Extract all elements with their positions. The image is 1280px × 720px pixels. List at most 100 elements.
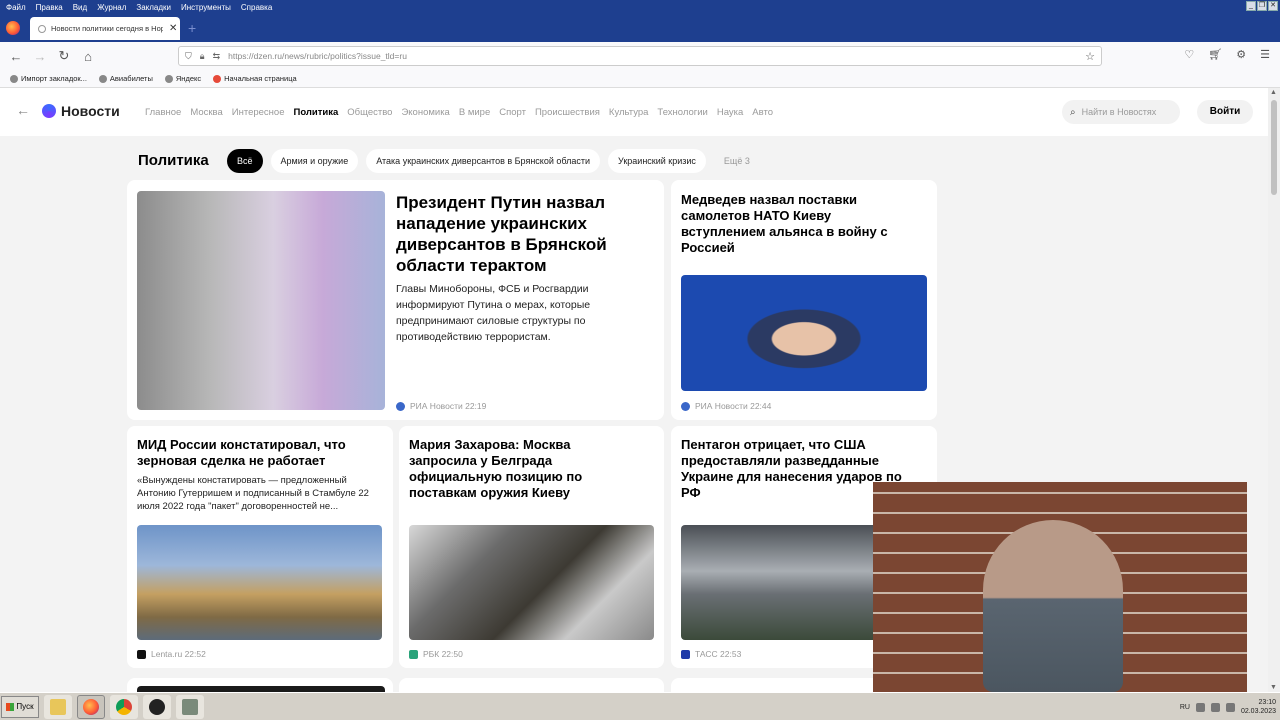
site-header: ← Новости Главное Москва Интересное Поли… (0, 88, 1268, 136)
news-description: Главы Минобороны, ФСБ и Росгвардии инфор… (396, 283, 591, 343)
nav-interesting[interactable]: Интересное (232, 107, 285, 118)
bookmark-yandex[interactable]: Яндекс (164, 74, 201, 83)
url-bar[interactable]: ⛉ 🔒︎ ⇆ https://dzen.ru/news/rubric/polit… (178, 46, 1102, 66)
site-back-icon[interactable]: ← (16, 102, 30, 118)
nav-tech[interactable]: Технологии (657, 107, 707, 118)
section-title: Политика (138, 152, 209, 169)
shield-icon[interactable]: ⛉ (185, 51, 192, 62)
news-card[interactable]: Мария Захарова: Москва запросила у Белгр… (399, 426, 664, 668)
scroll-up-icon[interactable]: ▲ (1270, 89, 1277, 96)
chip-bryansk[interactable]: Атака украинских диверсантов в Брянской … (366, 149, 601, 173)
extensions-icon[interactable]: ⚙ (1236, 48, 1246, 61)
firefox-icon (83, 698, 99, 715)
nav-main[interactable]: Главное (145, 107, 181, 118)
nav-moscow[interactable]: Москва (190, 107, 222, 118)
tray-network-icon[interactable] (1195, 702, 1205, 712)
bookmark-star-icon[interactable]: ☆ (1085, 50, 1095, 63)
news-card[interactable]: МИД России констатировал, что зерновая с… (127, 426, 393, 668)
menu-history[interactable]: Журнал (97, 3, 126, 12)
news-headline[interactable]: Мария Захарова: Москва запросила у Белгр… (409, 437, 624, 501)
toolbar-right: ♡ 🛒︎ ⚙ ☰ (1184, 48, 1270, 61)
folder-icon (50, 698, 66, 715)
scroll-thumb[interactable] (1271, 100, 1277, 195)
tray-app-icon[interactable] (1225, 702, 1235, 712)
tray-volume-icon[interactable] (1210, 702, 1220, 712)
lenta-logo-icon (137, 649, 146, 659)
rbc-logo-icon (409, 649, 418, 659)
nav-world[interactable]: В мире (459, 107, 490, 118)
scroll-down-icon[interactable]: ▼ (1270, 684, 1277, 691)
news-card-partial[interactable] (399, 678, 664, 692)
webcam-person (983, 520, 1123, 692)
taskbar-firefox[interactable] (77, 694, 105, 719)
news-image[interactable] (137, 191, 385, 410)
menu-edit[interactable]: Правка (36, 3, 63, 12)
back-icon[interactable]: ← (4, 49, 28, 64)
menu-bookmarks[interactable]: Закладки (136, 3, 171, 12)
hamburger-menu-icon[interactable]: ☰ (1260, 48, 1270, 61)
cart-icon[interactable]: 🛒︎ (1208, 48, 1222, 61)
browser-tab[interactable]: Новости политики сегодня в Нор ✕ (30, 17, 180, 40)
start-button[interactable]: Пуск (1, 695, 39, 718)
login-button[interactable]: Войти (1197, 100, 1253, 124)
nav-culture[interactable]: Культура (609, 107, 649, 118)
system-tray: RU 23:10 02.03.2023 (1180, 695, 1276, 719)
menu-help[interactable]: Справка (241, 3, 272, 12)
nav-science[interactable]: Наука (717, 107, 743, 118)
reload-icon[interactable]: ↻ (52, 48, 76, 64)
pocket-icon[interactable]: ♡ (1184, 48, 1194, 61)
bookmark-avia[interactable]: Авиабилеты (98, 74, 153, 83)
menu-tools[interactable]: Инструменты (181, 3, 231, 12)
chip-all[interactable]: Всё (227, 149, 263, 173)
news-source[interactable]: ТАСС 22:53 (681, 649, 741, 659)
site-logo[interactable]: Новости (42, 103, 120, 119)
nav-sport[interactable]: Спорт (499, 107, 526, 118)
news-source[interactable]: РБК 22:50 (409, 649, 463, 659)
chip-more[interactable]: Ещё 3 (714, 149, 760, 173)
search-icon: ⌕ (1070, 106, 1076, 118)
menu-view[interactable]: Вид (73, 3, 87, 12)
news-card[interactable]: Медведев назвал поставки самолетов НАТО … (671, 180, 937, 420)
news-headline[interactable]: МИД России констатировал, что зерновая с… (137, 437, 382, 469)
minimize-icon[interactable]: _ (1246, 1, 1256, 11)
page-scrollbar[interactable]: ▲ ▼ (1268, 88, 1280, 692)
taskbar-app[interactable] (176, 694, 204, 719)
news-source[interactable]: РИА Новости 22:19 (396, 401, 486, 411)
language-indicator[interactable]: RU (1180, 704, 1190, 711)
chip-ukraine-crisis[interactable]: Украинский кризис (608, 149, 706, 173)
clock[interactable]: 23:10 02.03.2023 (1241, 698, 1276, 716)
nav-auto[interactable]: Авто (752, 107, 773, 118)
lock-icon[interactable]: 🔒︎ (200, 51, 205, 62)
bookmark-import[interactable]: Импорт закладок... (10, 74, 87, 83)
news-image[interactable] (681, 275, 927, 391)
nav-politics[interactable]: Политика (293, 107, 338, 118)
permissions-icon[interactable]: ⇆ (213, 51, 221, 62)
chip-army[interactable]: Армия и оружие (270, 149, 359, 173)
news-search[interactable]: ⌕ Найти в Новостях (1062, 100, 1180, 124)
taskbar-explorer[interactable] (44, 694, 72, 719)
news-card-main[interactable]: Президент Путин назвал нападение украинс… (127, 180, 664, 420)
taskbar-chrome[interactable] (110, 694, 138, 719)
nav-incidents[interactable]: Происшествия (535, 107, 600, 118)
new-tab-icon[interactable]: + (188, 20, 196, 36)
close-window-icon[interactable]: ✕ (1268, 1, 1278, 11)
news-headline[interactable]: Медведев назвал поставки самолетов НАТО … (681, 192, 911, 256)
restore-icon[interactable]: ❐ (1257, 1, 1267, 11)
nav-economy[interactable]: Экономика (401, 107, 449, 118)
menu-file[interactable]: Файл (6, 3, 26, 12)
tab-close-icon[interactable]: ✕ (169, 23, 177, 34)
bookmark-start[interactable]: Начальная страница (213, 74, 297, 83)
news-headline[interactable]: Президент Путин назвал нападение украинс… (396, 192, 651, 276)
globe-icon (98, 74, 107, 83)
bookmarks-bar: Импорт закладок... Авиабилеты Яндекс Нач… (0, 70, 1280, 88)
news-source[interactable]: Lenta.ru 22:52 (137, 649, 206, 659)
taskbar-obs[interactable] (143, 694, 171, 719)
app-icon (182, 698, 198, 715)
news-card-partial[interactable] (127, 678, 393, 692)
forward-icon[interactable]: → (28, 49, 52, 64)
news-source[interactable]: РИА Новости 22:44 (681, 401, 771, 411)
news-image[interactable] (409, 525, 654, 640)
news-image[interactable] (137, 525, 382, 640)
nav-society[interactable]: Общество (347, 107, 392, 118)
home-icon[interactable]: ⌂ (76, 49, 100, 64)
